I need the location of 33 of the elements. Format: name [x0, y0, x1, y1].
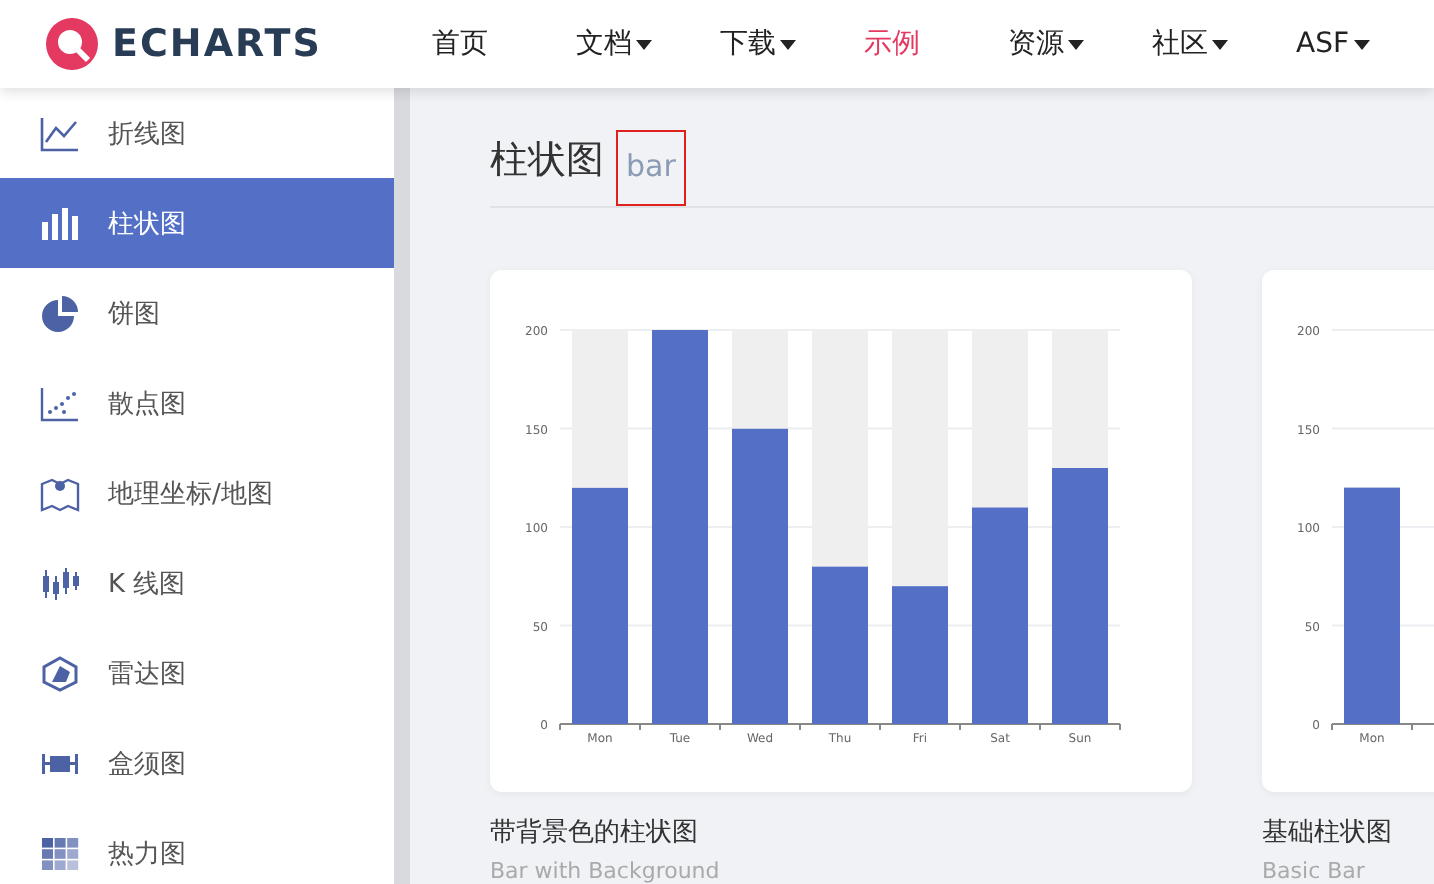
sidebar-item[interactable]: 地理坐标/地图	[0, 448, 394, 538]
logo-text: ECHARTS	[112, 22, 322, 66]
nav-link[interactable]: ASF	[1268, 28, 1412, 60]
nav-link[interactable]: 文档	[548, 26, 692, 62]
candlestick-icon	[40, 565, 80, 601]
example-title[interactable]: 基础柱状图	[1262, 814, 1434, 850]
sidebar-item[interactable]: 折线图	[0, 88, 394, 178]
radar-chart-icon	[40, 655, 80, 691]
map-pin-icon	[40, 475, 80, 511]
example-subtitle: Bar with Background	[490, 858, 722, 884]
nav-link[interactable]: 示例	[836, 26, 980, 62]
example-title[interactable]: 带背景色的柱状图	[490, 814, 1192, 850]
nav-link[interactable]: 社区	[1124, 26, 1268, 62]
nav-link[interactable]: 首页	[404, 26, 548, 62]
sidebar-item[interactable]: 散点图	[0, 358, 394, 448]
heatmap-icon	[40, 835, 80, 871]
pie-chart-icon	[40, 295, 80, 331]
sidebar-item[interactable]: 饼图	[0, 268, 394, 358]
sidebar-item[interactable]: 热力图	[0, 808, 394, 884]
sidebar-item[interactable]: 雷达图	[0, 628, 394, 718]
bar	[892, 586, 948, 724]
nav-link[interactable]: 资源	[980, 26, 1124, 62]
line-chart-icon	[40, 115, 80, 151]
section-subtitle: bar	[616, 130, 686, 206]
sidebar-item[interactable]: 盒须图	[0, 718, 394, 808]
scatter-chart-icon	[40, 385, 80, 421]
bar-chart-icon	[40, 205, 80, 241]
logo-icon	[44, 16, 100, 72]
example-subtitle: Basic Bar	[1262, 858, 1367, 884]
nav-link[interactable]: 下载	[692, 26, 836, 62]
sidebar-item[interactable]: K 线图	[0, 538, 394, 628]
sidebar-item[interactable]: 柱状图	[0, 178, 394, 268]
section-title: 柱状图	[490, 136, 604, 186]
